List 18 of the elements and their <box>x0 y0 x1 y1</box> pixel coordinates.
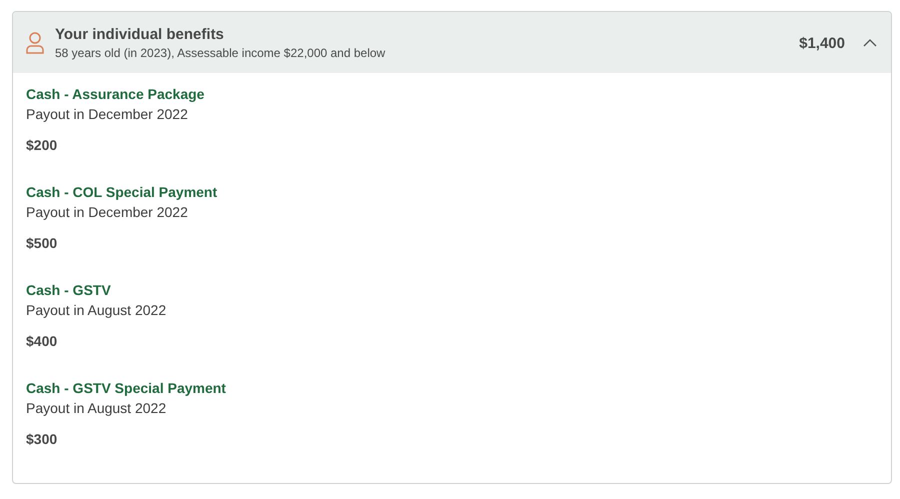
benefit-name: Cash - GSTV Special Payment <box>26 379 227 397</box>
payout-date: Payout in August 2022 <box>26 399 168 418</box>
section-subtitle: 58 years old (in 2023), Assessable income $22,000 and below <box>55 46 386 60</box>
benefits-header[interactable]: Your individual benefits 58 years old (in 2023), Assessable income $22,000 and below $1,400 <box>13 12 891 73</box>
benefit-name: Cash - COL Special Payment <box>26 183 218 201</box>
benefit-amount: $300 <box>26 431 58 447</box>
payout-date: Payout in December 2022 <box>26 203 189 222</box>
benefit-amount: $500 <box>26 235 58 251</box>
payout-date: Payout in December 2022 <box>26 105 189 124</box>
benefit-name: Cash - Assurance Package <box>26 85 206 103</box>
chevron-icon <box>863 39 877 47</box>
payout-date: Payout in August 2022 <box>26 301 168 320</box>
person-icon <box>25 31 45 55</box>
section-title: Your individual benefits <box>55 26 225 43</box>
total-amount: $1,400 <box>799 34 845 52</box>
benefit-amount: $400 <box>26 333 58 349</box>
benefit-name: Cash - GSTV <box>26 281 112 299</box>
benefit-amount: $200 <box>26 137 58 153</box>
